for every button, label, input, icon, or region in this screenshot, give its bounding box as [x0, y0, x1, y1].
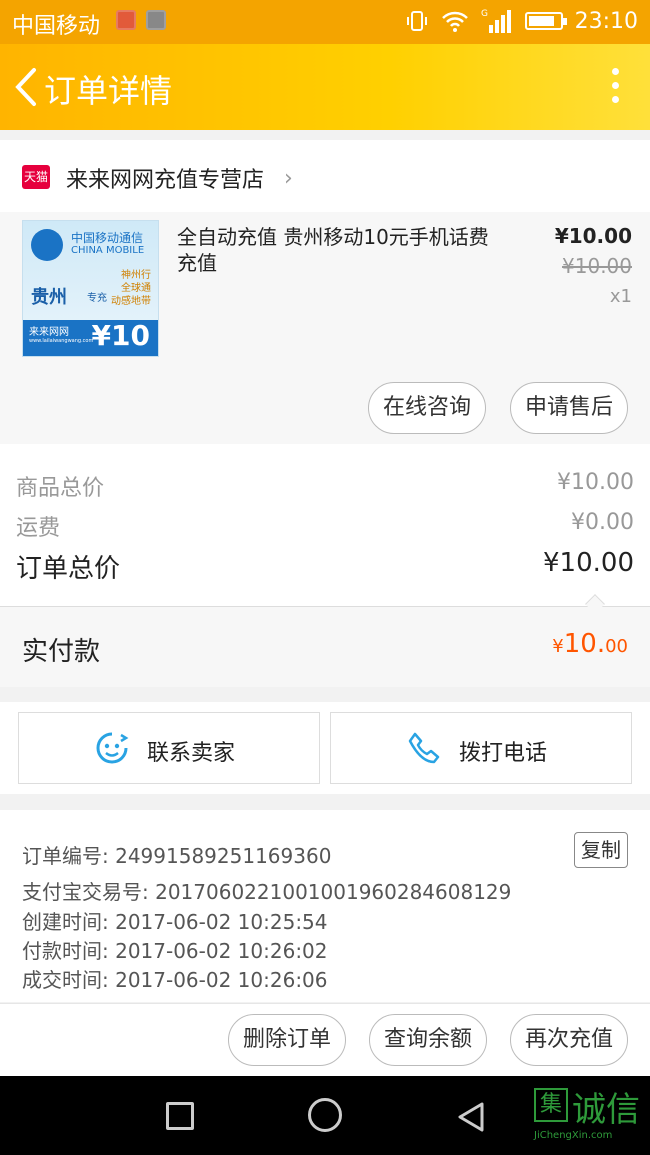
- shop-name: 来来网网充值专营店: [66, 168, 265, 193]
- shipping-label: 运费: [16, 516, 61, 541]
- product-price: ¥10.00: [554, 224, 632, 248]
- network-type: G: [481, 9, 488, 19]
- query-balance-button[interactable]: 查询余额: [369, 1014, 487, 1066]
- signal-icon: G: [481, 9, 511, 33]
- thumb-brand-cn: 中国移动通信: [71, 231, 144, 245]
- watermark-sub: JiChengXin.com: [534, 1130, 613, 1141]
- goods-total-value: ¥10.00: [557, 470, 634, 495]
- back-nav-icon[interactable]: [454, 1100, 488, 1134]
- paid-dec: 00: [605, 636, 628, 657]
- status-bar: 中国移动 G 23:10: [0, 0, 650, 44]
- battery-fill: [528, 16, 555, 26]
- paid-value: ¥10.00: [552, 629, 628, 659]
- product-quantity: x1: [609, 286, 632, 307]
- back-icon[interactable]: [8, 62, 48, 112]
- thumb-site-url: www.lailaiwangwang.com: [29, 338, 94, 344]
- thumb-slogan-line: 动感地带: [111, 296, 151, 307]
- tmall-logo: 天猫: [22, 165, 50, 189]
- product-image[interactable]: 中国移动通信 CHINA MOBILE 贵州 专充 神州行 全球通 动感地带 来…: [22, 220, 159, 357]
- created-time: 创建时间: 2017-06-02 10:25:54: [22, 910, 328, 934]
- paid-amount-row: 实付款 ¥10.00: [0, 607, 650, 687]
- bottom-action-bar: 删除订单 查询余额 再次充值: [0, 1003, 650, 1076]
- mail-icon: [116, 10, 136, 30]
- alipay-trade-number: 支付宝交易号: 2017060221001001960284608129: [22, 880, 512, 904]
- header-bar: 订单详情: [0, 44, 650, 130]
- product-card: 中国移动通信 CHINA MOBILE 贵州 专充 神州行 全球通 动感地带 来…: [0, 212, 650, 444]
- china-mobile-logo: [31, 229, 63, 261]
- carrier-name: 中国移动: [12, 14, 101, 39]
- vibrate-icon: [406, 11, 427, 31]
- price-summary: 商品总价 ¥10.00 运费 ¥0.00 订单总价 ¥10.00: [0, 444, 650, 608]
- shipping-row: 运费 ¥0.00: [16, 510, 634, 542]
- call-phone-button[interactable]: 拨打电话: [330, 712, 632, 784]
- thumb-face-value: ¥10: [91, 319, 150, 352]
- order-info: 订单编号: 24991589251169360 复制 支付宝交易号: 20170…: [0, 810, 650, 1002]
- paid-int: 10.: [563, 629, 606, 659]
- thumb-site-name: 来来网网: [29, 327, 69, 338]
- order-total-label: 订单总价: [16, 554, 121, 584]
- contact-actions: 联系卖家 拨打电话: [0, 702, 650, 794]
- thumb-province-sub: 专充: [87, 293, 107, 304]
- shipping-value: ¥0.00: [571, 510, 634, 535]
- recharge-again-button[interactable]: 再次充值: [510, 1014, 628, 1066]
- thumb-slogan-line: 全球通: [121, 283, 151, 294]
- order-total-value: ¥10.00: [543, 548, 634, 578]
- product-title[interactable]: 全自动充值 贵州移动10元手机话费充值: [177, 224, 497, 276]
- thumb-slogan: 神州行 全球通 动感地带: [111, 269, 151, 308]
- contact-seller-label: 联系卖家: [147, 741, 236, 766]
- thumb-slogan-line: 神州行: [121, 270, 151, 281]
- chevron-right-icon: ›: [284, 166, 293, 191]
- goods-total-row: 商品总价 ¥10.00: [16, 470, 634, 502]
- more-menu-icon[interactable]: [610, 68, 620, 108]
- paid-currency: ¥: [552, 636, 564, 657]
- page-title: 订单详情: [44, 72, 173, 110]
- order-number: 订单编号: 24991589251169360: [22, 844, 332, 868]
- watermark-text: 诚信: [572, 1090, 640, 1130]
- clock: 23:10: [574, 8, 638, 34]
- aftersale-button[interactable]: 申请售后: [510, 382, 628, 434]
- order-total-row: 订单总价 ¥10.00: [16, 548, 634, 585]
- goods-total-label: 商品总价: [16, 476, 105, 501]
- paid-time: 付款时间: 2017-06-02 10:26:02: [22, 939, 328, 963]
- home-icon[interactable]: [308, 1098, 342, 1132]
- watermark: 集 诚信 JiChengXin.com: [532, 1082, 650, 1146]
- consult-button[interactable]: 在线咨询: [368, 382, 486, 434]
- recent-apps-icon[interactable]: [166, 1102, 194, 1130]
- phone-icon: [408, 732, 440, 764]
- completed-time: 成交时间: 2017-06-02 10:26:06: [22, 968, 328, 992]
- notification-icons: [116, 10, 166, 30]
- thumb-site: 来来网网 www.lailaiwangwang.com: [29, 323, 93, 344]
- product-original-price: ¥10.00: [562, 254, 632, 278]
- contact-seller-button[interactable]: 联系卖家: [18, 712, 320, 784]
- call-phone-label: 拨打电话: [459, 741, 548, 766]
- delete-order-button[interactable]: 删除订单: [228, 1014, 346, 1066]
- shop-row[interactable]: 天猫 来来网网充值专营店 ›: [0, 140, 650, 212]
- thumb-province: 贵州: [31, 287, 67, 308]
- status-right: G 23:10: [405, 7, 638, 35]
- thumb-brand-en: CHINA MOBILE: [71, 245, 145, 256]
- copy-button[interactable]: 复制: [574, 832, 628, 868]
- watermark-box: 集: [534, 1088, 568, 1122]
- wifi-icon: [441, 11, 468, 32]
- battery-icon: [524, 12, 567, 30]
- paid-label: 实付款: [22, 637, 101, 667]
- image-icon: [146, 10, 166, 30]
- chat-face-icon: [96, 732, 129, 764]
